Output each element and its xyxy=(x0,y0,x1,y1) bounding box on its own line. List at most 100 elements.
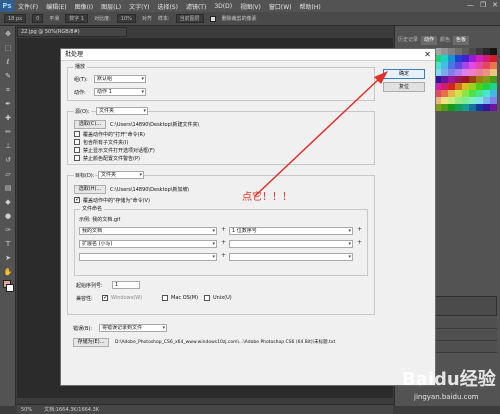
start-serial-input[interactable]: 1 xyxy=(112,281,140,289)
menu-file[interactable]: 文件(F) xyxy=(14,2,42,11)
color-swatch[interactable] xyxy=(448,90,455,97)
color-swatch[interactable] xyxy=(469,83,476,90)
mode-select[interactable]: 数字 1 xyxy=(65,14,89,23)
tab-actions[interactable]: 动作 xyxy=(421,36,438,45)
color-swatch[interactable] xyxy=(483,97,490,104)
destination-select[interactable]: 文件夹 xyxy=(98,171,144,179)
tab-color[interactable]: 颜色 xyxy=(437,36,453,45)
color-swatch[interactable] xyxy=(455,83,462,90)
dialog-close-icon[interactable]: ✕ xyxy=(424,49,431,61)
naming-field-2[interactable]: 1 位数序号 xyxy=(229,227,353,235)
color-swatch[interactable] xyxy=(483,76,490,83)
color-swatch[interactable] xyxy=(476,97,483,104)
dodge-tool-icon[interactable]: ● xyxy=(3,212,13,220)
marquee-tool-icon[interactable]: ⬚ xyxy=(3,44,13,52)
color-swatch[interactable] xyxy=(462,90,469,97)
minimize-icon[interactable]: — xyxy=(467,1,474,9)
quick-select-tool-icon[interactable]: ✎ xyxy=(3,72,13,80)
color-swatch[interactable] xyxy=(448,76,455,83)
color-swatch[interactable] xyxy=(490,55,497,62)
ok-button[interactable]: 确定 xyxy=(383,69,425,79)
color-swatch[interactable] xyxy=(490,97,497,104)
type-tool-icon[interactable]: T xyxy=(3,240,13,248)
menu-select[interactable]: 选择(S) xyxy=(153,2,182,11)
color-swatch[interactable] xyxy=(462,97,469,104)
stamp-tool-icon[interactable]: ⊥ xyxy=(3,142,13,150)
color-swatch[interactable] xyxy=(462,76,469,83)
menu-help[interactable]: 帮助(H) xyxy=(296,2,325,11)
color-swatch[interactable] xyxy=(462,48,469,55)
color-swatch[interactable] xyxy=(483,90,490,97)
color-swatch[interactable] xyxy=(469,90,476,97)
errors-select[interactable]: 将错误记录到文件 xyxy=(99,324,167,332)
compat-windows-checkbox[interactable] xyxy=(102,294,108,301)
color-swatch[interactable] xyxy=(483,55,490,62)
color-swatch[interactable] xyxy=(490,62,497,69)
color-swatch[interactable] xyxy=(441,90,448,97)
color-swatch[interactable] xyxy=(476,104,483,111)
suppress-color-warning-checkbox[interactable] xyxy=(74,155,80,161)
source-choose-button[interactable]: 选取(C)... xyxy=(74,120,106,129)
color-swatch[interactable] xyxy=(490,48,497,55)
color-swatch[interactable] xyxy=(441,69,448,76)
delete-cropped-checkbox[interactable] xyxy=(209,15,216,22)
hand-tool-icon[interactable]: ✋ xyxy=(3,268,13,276)
eraser-tool-icon[interactable]: ▱ xyxy=(3,170,13,178)
source-select[interactable]: 当前图层 xyxy=(175,14,204,23)
source-select[interactable]: 文件夹 xyxy=(96,107,148,115)
color-swatch[interactable] xyxy=(462,83,469,90)
set-select[interactable]: 默认组 xyxy=(94,75,146,83)
menu-window[interactable]: 窗口(W) xyxy=(265,2,296,11)
color-swatch[interactable] xyxy=(448,55,455,62)
lasso-tool-icon[interactable]: ℓ xyxy=(3,58,13,66)
color-swatch[interactable] xyxy=(476,55,483,62)
color-swatch[interactable] xyxy=(455,55,462,62)
color-swatch[interactable] xyxy=(469,97,476,104)
errors-save-as-button[interactable]: 存储为(E)... xyxy=(73,338,109,347)
color-swatch[interactable] xyxy=(448,69,455,76)
close-icon[interactable]: ✕ xyxy=(492,1,498,9)
color-swatch[interactable] xyxy=(462,62,469,69)
compat-mac-checkbox[interactable] xyxy=(162,295,168,301)
size-box[interactable]: 0 xyxy=(32,14,44,23)
path-select-tool-icon[interactable]: ➤ xyxy=(3,254,13,262)
naming-field-6[interactable] xyxy=(229,253,353,261)
blur-tool-icon[interactable]: ◆ xyxy=(3,198,13,206)
color-swatch[interactable] xyxy=(476,83,483,90)
color-swatch[interactable] xyxy=(448,97,455,104)
color-swatch[interactable] xyxy=(455,97,462,104)
color-swatch[interactable] xyxy=(448,62,455,69)
move-tool-icon[interactable]: ✥ xyxy=(3,30,13,38)
brush-tool-icon[interactable]: ✏ xyxy=(3,128,13,136)
color-swatch[interactable] xyxy=(476,69,483,76)
gradient-tool-icon[interactable]: ▤ xyxy=(3,184,13,192)
action-select[interactable]: 动作 1 xyxy=(94,88,146,96)
color-swatch[interactable] xyxy=(455,90,462,97)
healing-tool-icon[interactable]: ✚ xyxy=(3,114,13,122)
color-swatch[interactable] xyxy=(469,55,476,62)
destination-choose-button[interactable]: 选取(H)... xyxy=(74,185,106,194)
naming-field-1[interactable]: 我的文档 xyxy=(79,227,217,235)
color-swatch[interactable] xyxy=(462,104,469,111)
menu-filter[interactable]: 滤镜(T) xyxy=(182,2,210,11)
history-brush-tool-icon[interactable]: ↺ xyxy=(3,156,13,164)
naming-field-3[interactable]: 扩展名 (小写) xyxy=(79,240,217,248)
color-swatch[interactable] xyxy=(441,62,448,69)
color-swatch[interactable] xyxy=(490,90,497,97)
color-swatch[interactable] xyxy=(448,48,455,55)
color-swatch[interactable] xyxy=(469,76,476,83)
color-swatch[interactable] xyxy=(448,83,455,90)
color-swatch[interactable] xyxy=(469,48,476,55)
color-swatch[interactable] xyxy=(441,48,448,55)
menu-3d[interactable]: 3D(D) xyxy=(210,3,236,10)
document-tab[interactable]: 22.jpg @ 50%(RGB/8#) xyxy=(17,27,127,37)
color-swatch[interactable] xyxy=(455,104,462,111)
compat-unix-checkbox[interactable] xyxy=(204,295,210,301)
color-swatch[interactable] xyxy=(476,48,483,55)
restore-icon[interactable]: ❐ xyxy=(480,1,486,9)
color-swatch[interactable] xyxy=(455,69,462,76)
color-swatch[interactable] xyxy=(483,83,490,90)
color-swatch[interactable] xyxy=(469,69,476,76)
color-swatch[interactable] xyxy=(441,76,448,83)
tab-history[interactable]: 历史记录 xyxy=(395,36,421,45)
